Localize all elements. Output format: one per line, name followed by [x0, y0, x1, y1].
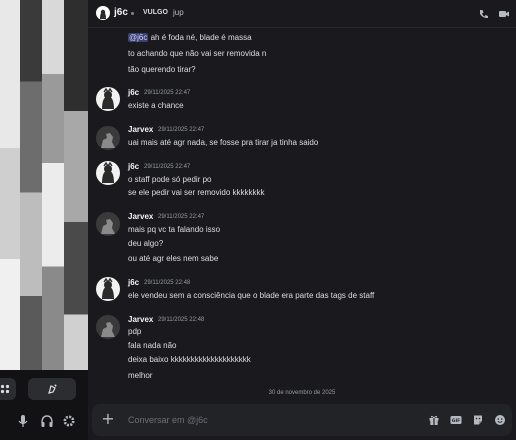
message-timestamp: 29/11/2025 22:48	[158, 317, 205, 323]
message-line: deixa baixo kkkkkkkkkkkkkkkkkkkk	[128, 355, 251, 364]
sticker-icon[interactable]	[472, 414, 484, 426]
avatar[interactable]	[96, 212, 120, 236]
message-line: uai mais até agr nada, se fosse pra tira…	[128, 138, 319, 147]
message-line: ou até agr eles nem sabe	[128, 254, 219, 263]
message-timestamp: 29/11/2025 22:47	[144, 90, 191, 96]
message-author[interactable]: j6c	[128, 278, 139, 287]
dm-header: j6c VULGO jup	[88, 0, 516, 28]
avatar[interactable]	[96, 87, 120, 111]
user-mention[interactable]: @j6c	[128, 33, 149, 42]
gear-icon[interactable]	[62, 414, 76, 428]
gift-icon[interactable]	[428, 414, 440, 426]
message-list: @j6c ah é foda né, blade é massa to acha…	[88, 28, 516, 400]
headphones-icon[interactable]	[40, 414, 54, 428]
message-timestamp: 29/11/2025 22:47	[158, 214, 205, 220]
avatar[interactable]	[96, 277, 120, 301]
activity-button[interactable]	[28, 378, 76, 400]
phone-icon[interactable]	[478, 8, 490, 20]
message-line: se ele pedir vai ser removido kkkkkkkk	[128, 188, 265, 197]
message-line: existe a chance	[128, 101, 184, 110]
plus-icon[interactable]: +	[100, 411, 116, 427]
avatar[interactable]	[96, 315, 120, 339]
avatar[interactable]	[96, 6, 110, 20]
separator-dot	[131, 12, 134, 15]
message-line: deu algo?	[128, 239, 164, 248]
message-author[interactable]: Jarvex	[128, 212, 153, 221]
message-line: @j6c ah é foda né, blade é massa	[128, 33, 252, 42]
message-line: fala nada não	[128, 341, 177, 350]
blurred-strip	[20, 0, 42, 370]
blurred-strip	[42, 0, 64, 370]
message-text: ah é foda né, blade é massa	[148, 33, 252, 42]
dm-username: j6c	[114, 7, 128, 18]
message-author[interactable]: Jarvex	[128, 125, 153, 134]
sparkle-icon	[48, 384, 57, 394]
avatar[interactable]	[96, 126, 120, 150]
avatar[interactable]	[96, 161, 120, 185]
message-line: pdp	[128, 327, 142, 336]
message-line: to achando que não vai ser removida n	[128, 49, 267, 58]
message-author[interactable]: j6c	[128, 162, 139, 171]
message-author[interactable]: Jarvex	[128, 315, 153, 324]
clan-tag: VULGO	[143, 9, 168, 16]
mic-icon[interactable]	[16, 414, 30, 428]
message-timestamp: 29/11/2025 22:47	[144, 164, 191, 170]
message-line: ele vendeu sem a consciência que o blade…	[128, 291, 375, 300]
message-input[interactable]	[128, 404, 408, 436]
message-line: tão querendo tirar?	[128, 65, 196, 74]
message-line: o staff pode só pedir po	[128, 175, 212, 184]
video-icon[interactable]	[498, 8, 510, 20]
server-sidebar	[0, 0, 88, 440]
date-divider: 30 de novembro de 2025	[268, 390, 336, 396]
svg-text:GIF: GIF	[452, 418, 460, 424]
user-panel	[0, 372, 88, 440]
message-author[interactable]: j6c	[128, 88, 139, 97]
blurred-strip	[64, 0, 88, 370]
grid-button[interactable]	[0, 378, 16, 400]
message-composer: + GIF	[92, 404, 512, 436]
gif-icon[interactable]: GIF	[450, 414, 462, 426]
grid-icon	[0, 384, 10, 394]
clan-name: jup	[173, 8, 184, 17]
message-line: mais pq vc ta falando isso	[128, 225, 221, 234]
blurred-strip	[0, 0, 20, 370]
message-line: melhor	[128, 371, 153, 380]
message-timestamp: 29/11/2025 22:47	[158, 127, 205, 133]
voice-controls	[0, 412, 88, 432]
message-timestamp: 29/11/2025 22:48	[144, 280, 191, 286]
emoji-icon[interactable]	[494, 414, 506, 426]
